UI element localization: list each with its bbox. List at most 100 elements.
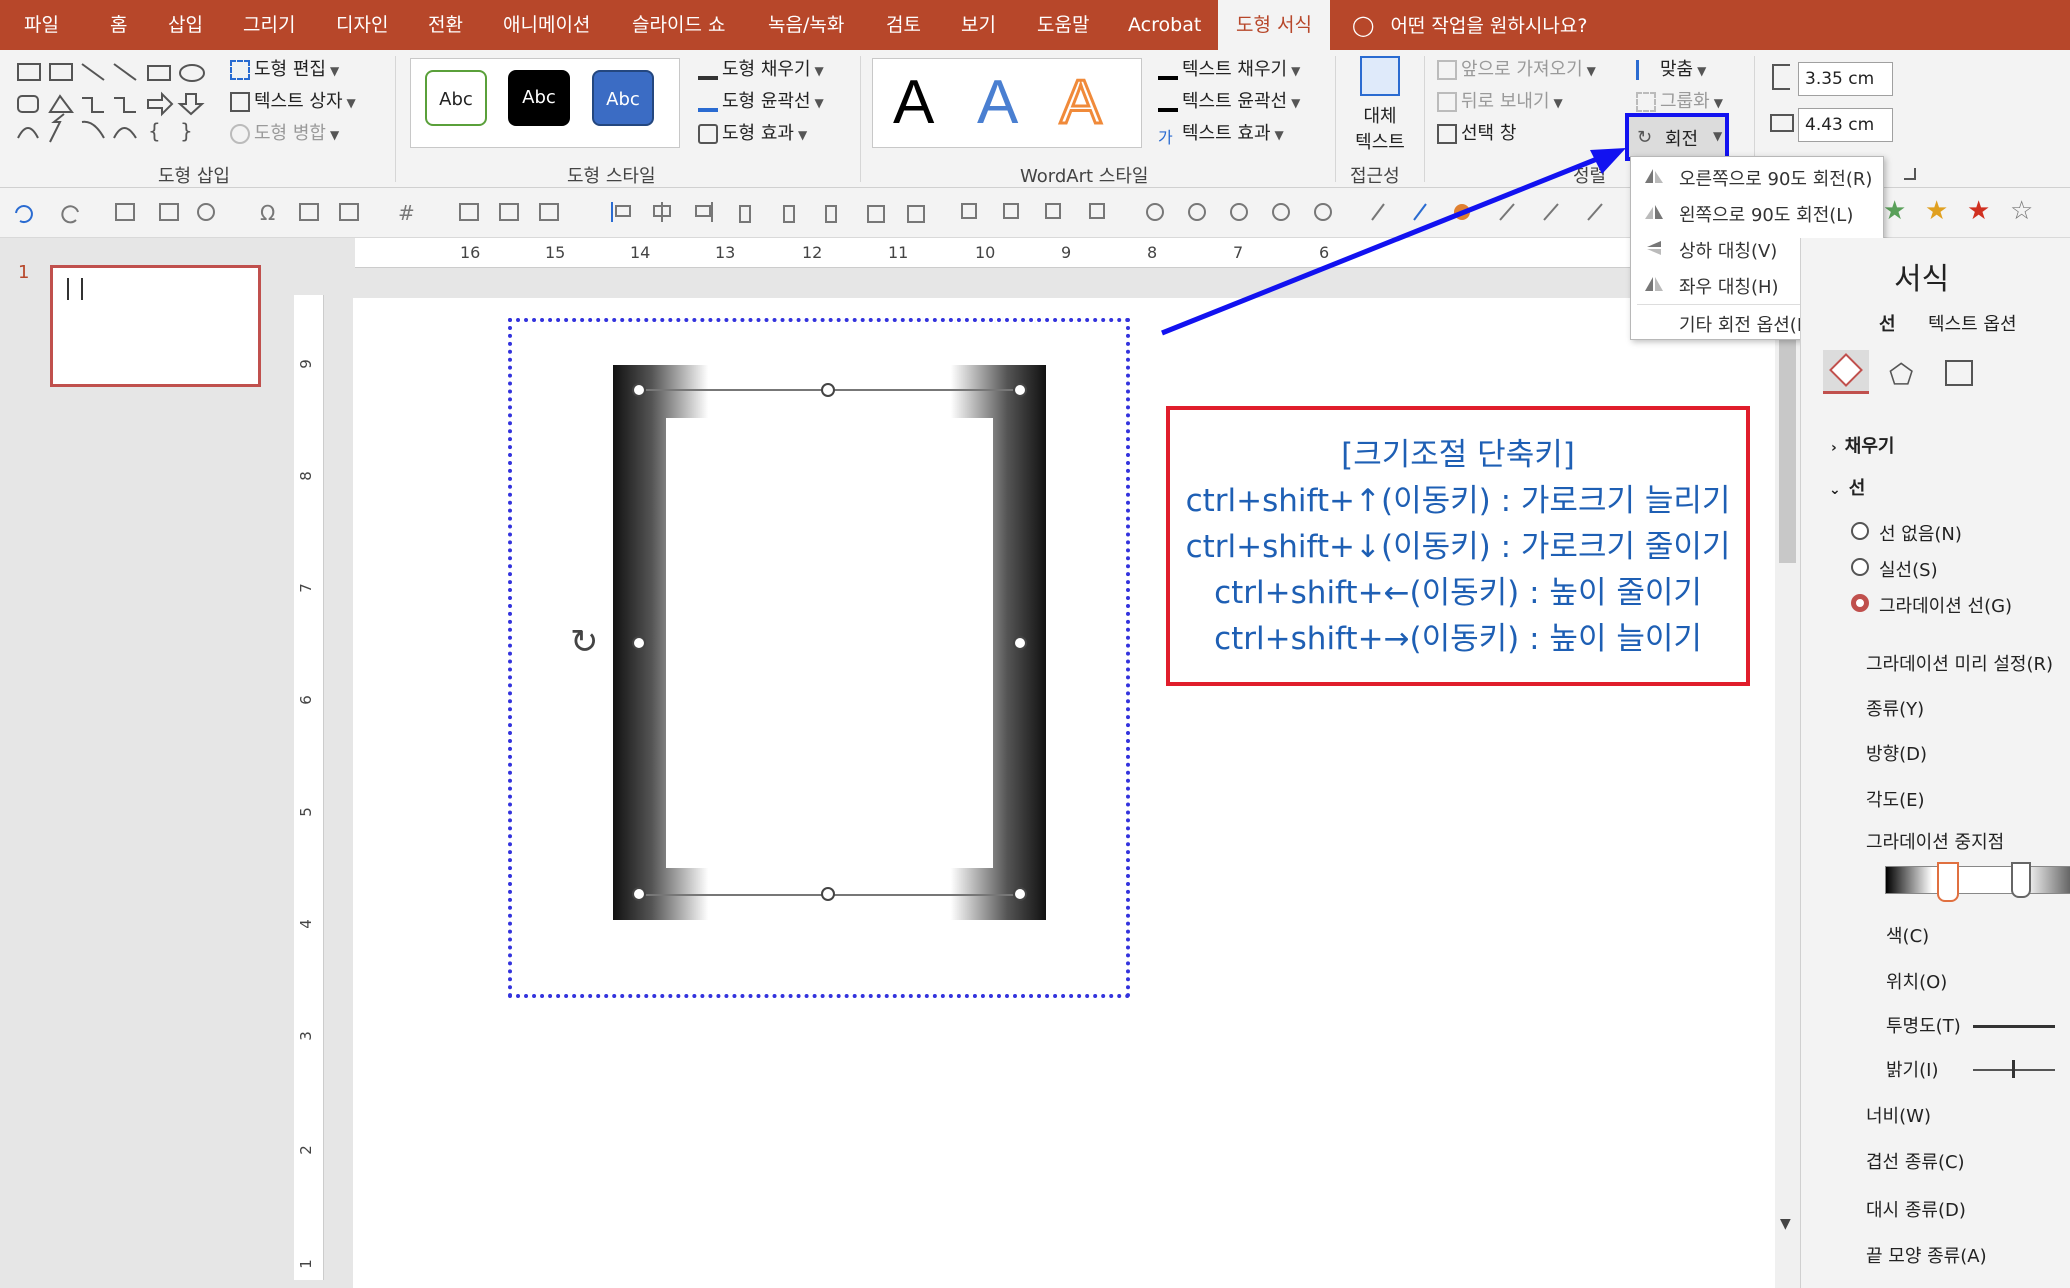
shape-width-field[interactable]: 4.43 cm — [1798, 108, 1893, 142]
line-section-header[interactable]: ⌄ 선 — [1829, 474, 1865, 500]
text-fill-button[interactable]: 텍스트 채우기 ▼ — [1158, 56, 1300, 84]
menu-rotate-right-90[interactable]: 오른쪽으로 90도 회전(R) — [1679, 165, 1872, 191]
bring-forward-button[interactable]: 앞으로 가져오기 ▼ — [1437, 56, 1596, 84]
align-button[interactable]: 맞춤 ▼ — [1636, 56, 1706, 84]
shape-fill-button[interactable]: 도형 채우기 ▼ — [698, 56, 824, 84]
tab-design[interactable]: 디자인 — [336, 0, 388, 50]
send-backward-button[interactable]: 뒤로 보내기 ▼ — [1437, 88, 1563, 116]
wordart-style-2[interactable]: A — [977, 70, 1018, 136]
resize-handle-br[interactable] — [1013, 887, 1027, 901]
scroll-down-icon[interactable]: ▼ — [1780, 1216, 1791, 1232]
label-no-line: 선 없음(N) — [1879, 524, 1962, 545]
resize-handle-bottom[interactable] — [821, 887, 835, 901]
tab-help[interactable]: 도움말 — [1037, 0, 1089, 50]
rotate-right-icon — [1643, 167, 1665, 185]
star-icon-red[interactable]: ★ — [1967, 196, 1990, 226]
wordart-style-1[interactable]: A — [893, 70, 934, 136]
vertical-scrollbar[interactable]: ▼ — [1775, 298, 1800, 1288]
brightness-slider-thumb[interactable] — [2012, 1060, 2015, 1078]
dialog-launcher-icon[interactable] — [1904, 168, 1916, 180]
edit-shape-button[interactable]: 도형 편집 ▼ — [230, 56, 339, 84]
size-tab-icon[interactable] — [1945, 360, 1973, 386]
star-outline-icon[interactable]: ☆ — [2010, 196, 2033, 226]
flip-vertical-icon — [1643, 239, 1665, 257]
fill-section-header[interactable]: › 채우기 — [1831, 432, 1894, 458]
rotate-button[interactable]: ↻ 회전 ▼ — [1625, 113, 1729, 161]
tab-animations[interactable]: 애니메이션 — [503, 0, 590, 50]
tab-home[interactable]: 홈 — [110, 0, 127, 50]
tab-shape-options[interactable]: 선 — [1879, 310, 1896, 336]
label-gradient-preset: 그라데이션 미리 설정(R) — [1866, 654, 2054, 675]
shape-style-1[interactable]: Abc — [425, 70, 487, 126]
ruler-label: 12 — [802, 243, 823, 262]
tab-insert[interactable]: 삽입 — [168, 0, 203, 50]
label-position: 위치(O) — [1886, 972, 1948, 993]
shape-style-3[interactable]: Abc — [592, 70, 654, 126]
shape-style-2[interactable]: Abc — [508, 70, 570, 126]
merge-shapes-button[interactable]: 도형 병합 ▼ — [230, 120, 339, 148]
resize-handle-tr[interactable] — [1013, 383, 1027, 397]
tab-draw[interactable]: 그리기 — [243, 0, 295, 50]
text-outline-button[interactable]: 텍스트 윤곽선 ▼ — [1158, 88, 1300, 116]
shape-outline-button[interactable]: 도형 윤곽선 ▼ — [698, 88, 824, 116]
label-angle: 각도(E) — [1866, 790, 1925, 811]
menu-flip-vertical[interactable]: 상하 대칭(V) — [1679, 237, 1777, 263]
group-button[interactable]: 그룹화 ▼ — [1636, 88, 1723, 116]
effects-tab-icon[interactable]: ⬠ — [1889, 358, 1913, 391]
ruler-label: 6 — [296, 695, 315, 705]
resize-handle-top[interactable] — [821, 383, 835, 397]
gradient-stop-selected[interactable] — [1937, 862, 1959, 902]
flip-horizontal-icon — [1643, 275, 1665, 293]
tab-shape-format[interactable]: 도형 서식 — [1218, 0, 1330, 50]
resize-handle-bl[interactable] — [632, 887, 646, 901]
group-label-shape-styles: 도형 스타일 — [567, 166, 656, 187]
resize-handle-left[interactable] — [632, 636, 646, 650]
shape-effects-button[interactable]: 도형 효과 ▼ — [698, 120, 807, 148]
text-box-button[interactable]: 텍스트 상자 ▼ — [230, 88, 356, 116]
note-line-4: ctrl+shift+←(이동키) : 높이 줄이기 — [1214, 575, 1702, 611]
menu-rotate-left-90[interactable]: 왼쪽으로 90도 회전(L) — [1679, 201, 1853, 227]
lightbulb-icon: ◯ — [1352, 13, 1375, 37]
svg-text:#: # — [398, 201, 415, 225]
rotation-handle-icon[interactable]: ↻ — [570, 622, 599, 662]
svg-text:{: { — [148, 119, 161, 143]
menu-flip-horizontal[interactable]: 좌우 대칭(H) — [1679, 273, 1779, 299]
tab-acrobat[interactable]: Acrobat — [1128, 0, 1201, 50]
label-dash-type: 대시 종류(D) — [1866, 1200, 1966, 1221]
note-line-3: ctrl+shift+↓(이동키) : 가로크기 줄이기 — [1185, 529, 1731, 565]
transparency-slider[interactable] — [1973, 1025, 2055, 1028]
label-color: 색(C) — [1886, 926, 1930, 947]
image-icon — [1360, 56, 1400, 96]
resize-handle-tl[interactable] — [632, 383, 646, 397]
shape-height-field[interactable]: 3.35 cm — [1798, 62, 1893, 96]
group-icon — [1636, 92, 1656, 112]
tab-review[interactable]: 검토 — [886, 0, 921, 50]
gradient-stop-2[interactable] — [2011, 862, 2031, 898]
ruler-label: 11 — [888, 243, 909, 262]
gradient-stops-bar[interactable] — [1885, 866, 2070, 894]
tab-text-options[interactable]: 텍스트 옵션 — [1928, 310, 2017, 336]
tab-file[interactable]: 파일 — [24, 0, 59, 50]
shortcut-note-box[interactable]: [크기조절 단축키] ctrl+shift+↑(이동키) : 가로크기 늘리기 … — [1166, 406, 1750, 686]
ruler-label: 2 — [296, 1145, 315, 1155]
pane-title: 서식 — [1894, 262, 1950, 297]
tell-me-box[interactable]: ◯ 어떤 작업을 원하시나요? — [1352, 0, 1587, 50]
svg-text:}: } — [180, 119, 193, 143]
tab-slideshow[interactable]: 슬라이드 쇼 — [632, 0, 725, 50]
wordart-style-3[interactable]: A — [1058, 68, 1102, 137]
resize-handle-right[interactable] — [1013, 636, 1027, 650]
ruler-label: 9 — [1061, 243, 1072, 262]
note-line-1: [크기조절 단축키] — [1341, 437, 1575, 473]
tab-transitions[interactable]: 전환 — [428, 0, 463, 50]
radio-solid-line[interactable] — [1851, 558, 1869, 576]
tab-record[interactable]: 녹음/녹화 — [768, 0, 844, 50]
tab-view[interactable]: 보기 — [961, 0, 996, 50]
radio-gradient-line[interactable] — [1851, 594, 1869, 612]
star-icon-gold[interactable]: ★ — [1925, 196, 1948, 226]
label-gradient-line: 그라데이션 선(G) — [1879, 596, 2013, 617]
star-icon-green[interactable]: ★ — [1883, 196, 1906, 226]
shape-gallery[interactable]: { } — [14, 58, 219, 148]
slide-thumbnail[interactable] — [50, 265, 261, 387]
height-icon — [1772, 64, 1790, 90]
radio-no-line[interactable] — [1851, 522, 1869, 540]
